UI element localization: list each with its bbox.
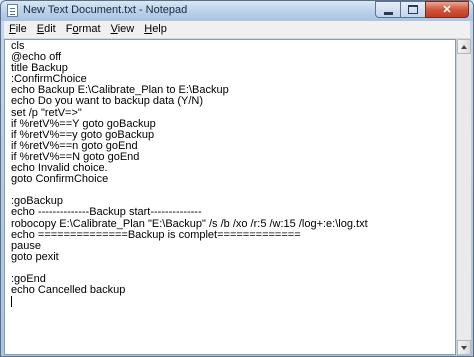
scroll-up-arrow-icon <box>461 44 467 49</box>
close-button[interactable]: ✕ <box>425 1 469 18</box>
menu-edit[interactable]: Edit <box>32 21 61 38</box>
menu-format[interactable]: Format <box>61 21 106 38</box>
document-content: cls @echo off title Backup :ConfirmChoic… <box>11 40 368 297</box>
window-controls: ✕ <box>375 1 469 19</box>
text-caret <box>11 296 12 308</box>
document-text[interactable]: cls @echo off title Backup :ConfirmChoic… <box>11 40 455 308</box>
window-title: New Text Document.txt - Notepad <box>23 4 188 16</box>
scroll-up-button[interactable] <box>457 39 471 54</box>
maximize-icon <box>408 5 418 14</box>
maximize-button[interactable] <box>400 1 426 18</box>
menu-bar: File Edit Format View Help <box>4 21 470 39</box>
notepad-icon[interactable] <box>7 4 18 17</box>
text-editor[interactable]: cls @echo off title Backup :ConfirmChoic… <box>4 39 456 355</box>
menu-help[interactable]: Help <box>139 21 172 38</box>
minimize-icon <box>383 11 393 15</box>
notepad-window: New Text Document.txt - Notepad ✕ File E… <box>0 0 474 357</box>
scroll-down-arrow-icon <box>461 345 467 350</box>
menu-file[interactable]: File <box>4 21 32 38</box>
vertical-scrollbar[interactable] <box>456 39 471 355</box>
close-icon: ✕ <box>442 4 452 16</box>
title-bar[interactable]: New Text Document.txt - Notepad ✕ <box>1 1 473 21</box>
minimize-button[interactable] <box>375 1 401 18</box>
scroll-down-button[interactable] <box>457 340 471 355</box>
menu-view[interactable]: View <box>106 21 140 38</box>
